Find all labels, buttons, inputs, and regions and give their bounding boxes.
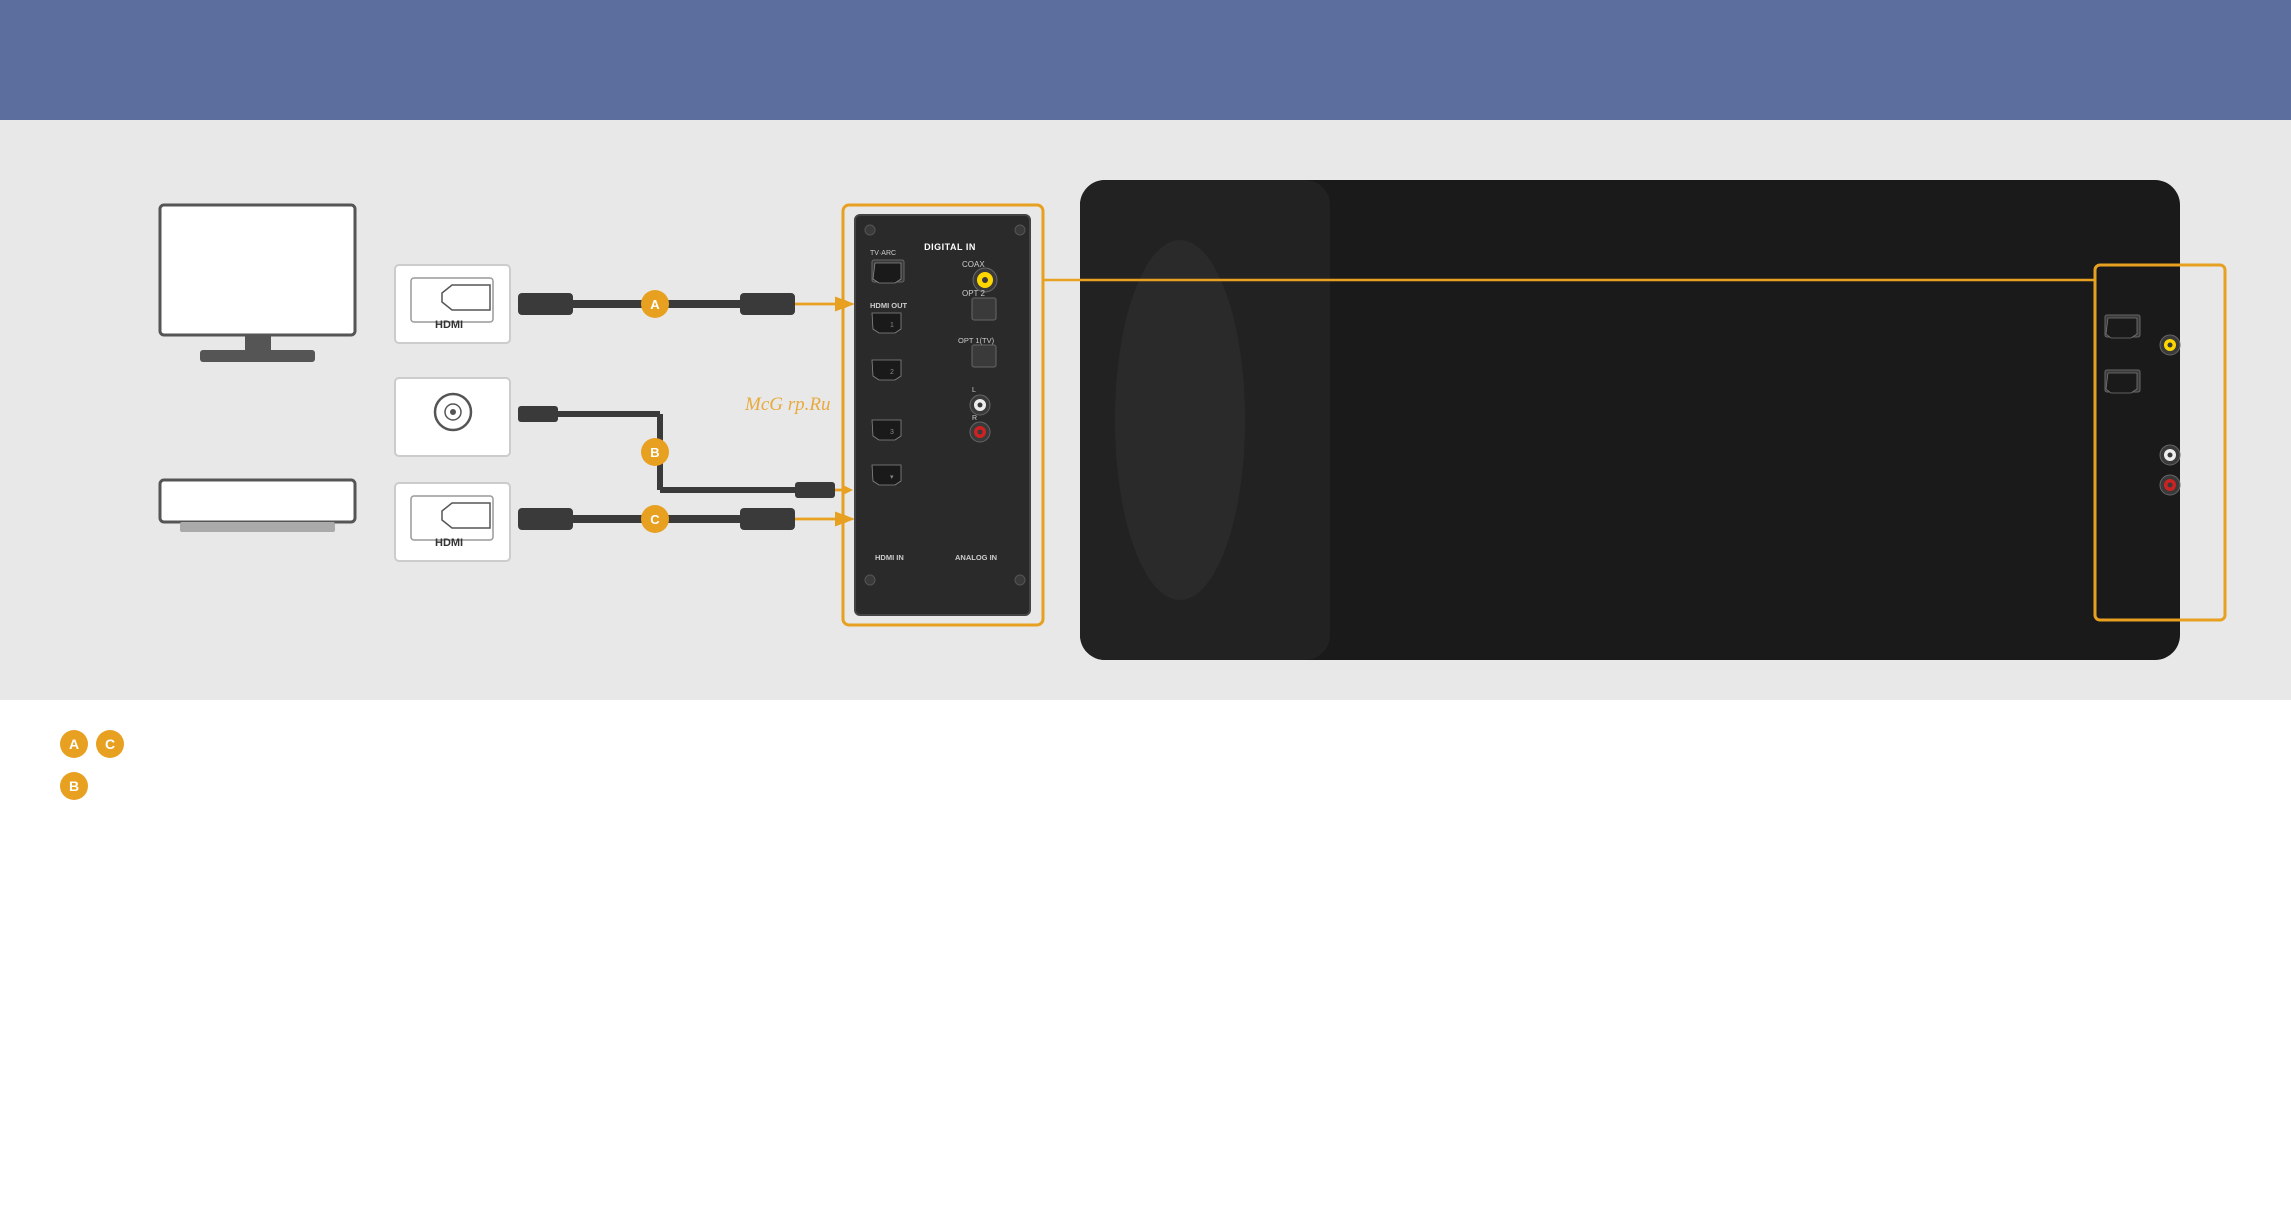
badge-b: B xyxy=(60,772,88,800)
svg-text:R: R xyxy=(972,415,977,422)
diagram-container: HDMI HDMI xyxy=(60,150,2231,670)
svg-text:OPT 2: OPT 2 xyxy=(962,289,986,298)
svg-text:A: A xyxy=(650,297,660,312)
svg-text:▾: ▾ xyxy=(890,474,894,481)
main-diagram-area: HDMI HDMI xyxy=(0,120,2291,700)
svg-text:HDMI: HDMI xyxy=(435,319,463,331)
badge-a: A xyxy=(60,730,88,758)
svg-text:DIGITAL IN: DIGITAL IN xyxy=(924,242,976,252)
svg-text:HDMI: HDMI xyxy=(435,537,463,549)
svg-text:McG rp.Ru: McG rp.Ru xyxy=(744,394,830,415)
top-banner xyxy=(0,0,2291,120)
svg-text:2: 2 xyxy=(890,369,894,376)
svg-text:3: 3 xyxy=(890,429,894,436)
svg-text:B: B xyxy=(650,445,659,460)
svg-text:COAX: COAX xyxy=(962,260,985,269)
badge-c: C xyxy=(96,730,124,758)
svg-text:ANALOG IN: ANALOG IN xyxy=(955,553,997,562)
svg-text:L: L xyxy=(972,387,976,394)
diagram-svg: HDMI HDMI xyxy=(60,150,2230,670)
svg-text:C: C xyxy=(650,512,660,527)
bottom-area: A C B xyxy=(0,700,2291,820)
svg-text:TV·ARC: TV·ARC xyxy=(870,250,896,257)
svg-text:HDMI OUT: HDMI OUT xyxy=(870,301,907,310)
svg-text:1: 1 xyxy=(890,322,894,329)
svg-text:HDMI IN: HDMI IN xyxy=(875,553,904,562)
svg-text:OPT 1(TV): OPT 1(TV) xyxy=(958,336,995,345)
